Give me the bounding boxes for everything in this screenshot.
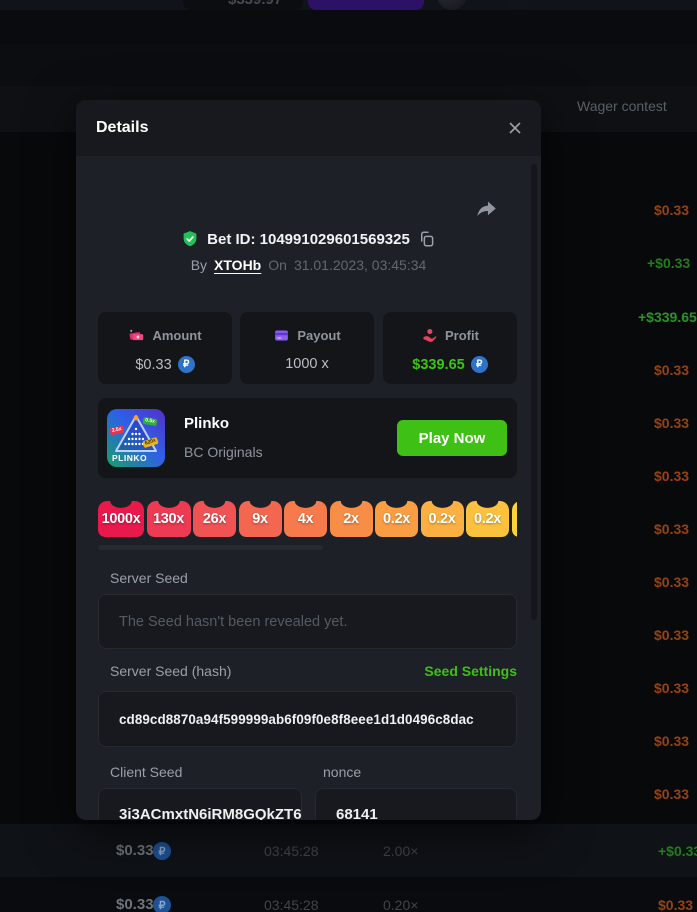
server-seed-hash-value: cd89cd8870a94f599999ab6f09f0e8f8eee1d1d0… <box>99 712 474 727</box>
bet-profit-value: $0.33 <box>654 415 689 431</box>
bet-amount: $0.33 <box>116 896 154 912</box>
horizontal-scrollbar[interactable] <box>98 545 323 550</box>
multiplier-chip: 1000x <box>98 501 144 537</box>
bet-amount: $0.33 <box>116 842 154 859</box>
tile-label: PLINKO <box>112 453 147 463</box>
bet-profit-value: $0.33 <box>654 202 689 218</box>
bet-id-row: Bet ID: 104991029601569325 <box>76 228 541 250</box>
verified-shield-icon <box>181 230 199 248</box>
stat-payout: Payout 1000 x <box>240 312 374 384</box>
close-icon[interactable] <box>506 119 524 137</box>
stat-amount-value: $0.33 <box>135 357 171 373</box>
bet-datetime: 31.01.2023, 03:45:34 <box>294 257 426 273</box>
banknotes-icon <box>128 327 145 344</box>
server-seed-placeholder: The Seed hasn't been revealed yet. <box>99 614 347 630</box>
stat-amount: Amount $0.33 ₽ <box>98 312 232 384</box>
modal-header: Details <box>76 100 541 156</box>
multiplier-strip: 1000x 130x 26x 9x 4x 2x 0.2x 0.2x 0.2x 0… <box>98 501 517 537</box>
deposit-button[interactable] <box>308 0 424 10</box>
background-band <box>0 10 697 44</box>
server-seed-hash-label: Server Seed (hash) <box>110 663 231 679</box>
multiplier-chip: 4x <box>284 501 327 537</box>
share-icon[interactable] <box>473 197 499 223</box>
client-seed-field[interactable]: 3i3ACmxtN6iRM8GQkZT6 <box>98 788 302 820</box>
hand-coin-icon <box>421 327 438 344</box>
modal-title: Details <box>96 119 148 137</box>
nonce-value: 68141 <box>336 806 378 820</box>
notification-orb[interactable] <box>505 0 531 10</box>
ruble-coin-icon: ₽ <box>178 356 195 373</box>
bet-profit-value: $0.33 <box>654 786 689 802</box>
bet-history-row[interactable]: $0.33 ₽ 03:45:28 0.20× $0.33 <box>0 877 697 912</box>
bet-profit-value: $0.33 <box>654 362 689 378</box>
page-root: { "page": { "topbar": { "balance": "$339… <box>0 0 697 912</box>
bet-multiplier: 2.00× <box>383 843 418 859</box>
multiplier-chip: 0.2x <box>512 501 518 537</box>
bet-time: 03:45:28 <box>264 843 319 859</box>
server-seed-field[interactable]: The Seed hasn't been revealed yet. <box>98 594 517 649</box>
bet-profit: $0.33 <box>658 897 693 912</box>
game-provider: BC Originals <box>184 444 263 460</box>
game-name: Plinko <box>184 415 229 432</box>
ruble-coin-icon: ₽ <box>153 842 171 860</box>
nonce-label: nonce <box>323 764 361 780</box>
seed-settings-link[interactable]: Seed Settings <box>424 663 517 679</box>
bet-profit-value: $0.33 <box>654 733 689 749</box>
multiplier-chip: 2x <box>330 501 373 537</box>
bet-history-row[interactable]: $0.33 ₽ 03:45:28 2.00× +$0.33 <box>0 824 697 877</box>
game-card: 2.5x 0.5x 620x PLINKO Plinko BC Original… <box>98 398 517 478</box>
modal-scrollbar[interactable] <box>531 164 537 620</box>
bet-profit-value: $0.33 <box>654 574 689 590</box>
background-band <box>0 44 697 86</box>
server-seed-label: Server Seed <box>110 570 188 586</box>
bet-profit-value: +$339.65 <box>638 309 697 325</box>
bet-profit-value: $0.33 <box>654 627 689 643</box>
client-seed-label: Client Seed <box>110 764 182 780</box>
stat-profit-value: $339.65 <box>412 357 464 373</box>
multiplier-chip: 0.2x <box>375 501 418 537</box>
multiplier-chip: 26x <box>193 501 236 537</box>
bet-multiplier: 0.20× <box>383 897 418 912</box>
bet-time: 03:45:28 <box>264 897 319 912</box>
bet-profit: +$0.33 <box>658 843 697 859</box>
credit-card-icon <box>273 327 290 344</box>
client-seed-value: 3i3ACmxtN6iRM8GQkZT6 <box>119 806 302 820</box>
by-label: By <box>191 257 207 273</box>
wallet-balance: $339.97 <box>228 0 282 8</box>
multiplier-chip: 9x <box>239 501 282 537</box>
username-link[interactable]: XTOHb <box>214 257 261 273</box>
bet-profit-value: $0.33 <box>654 468 689 484</box>
bet-details-modal: Details Bet ID: 104991029601569325 By XT… <box>76 100 541 820</box>
stat-label: Amount <box>152 328 201 343</box>
plinko-game-tile[interactable]: 2.5x 0.5x 620x PLINKO <box>107 409 165 467</box>
multiplier-chip: 130x <box>147 501 191 537</box>
copy-icon[interactable] <box>418 230 436 248</box>
server-seed-hash-field[interactable]: cd89cd8870a94f599999ab6f09f0e8f8eee1d1d0… <box>98 691 517 747</box>
wager-contest-tab[interactable]: Wager contest <box>577 98 667 114</box>
stat-profit: Profit $339.65 ₽ <box>383 312 517 384</box>
multiplier-chip: 0.2x <box>421 501 464 537</box>
bet-byline: By XTOHb On 31.01.2023, 03:45:34 <box>76 256 541 274</box>
top-navbar: $339.97 <box>0 0 697 10</box>
play-now-button[interactable]: Play Now <box>397 420 507 456</box>
stat-payout-value: 1000 x <box>285 356 329 372</box>
bet-id-text: Bet ID: 104991029601569325 <box>207 231 410 248</box>
bet-profit-value: $0.33 <box>654 521 689 537</box>
bet-profit-value: +$0.33 <box>647 255 690 271</box>
nonce-field[interactable]: 68141 <box>315 788 517 820</box>
on-label: On <box>268 257 287 273</box>
ruble-coin-icon: ₽ <box>471 356 488 373</box>
bet-profit-value: $0.33 <box>654 680 689 696</box>
multiplier-chip: 0.2x <box>466 501 509 537</box>
stat-label: Payout <box>297 328 340 343</box>
user-avatar[interactable] <box>437 0 467 10</box>
stat-label: Profit <box>445 328 479 343</box>
ruble-coin-icon: ₽ <box>153 896 171 912</box>
